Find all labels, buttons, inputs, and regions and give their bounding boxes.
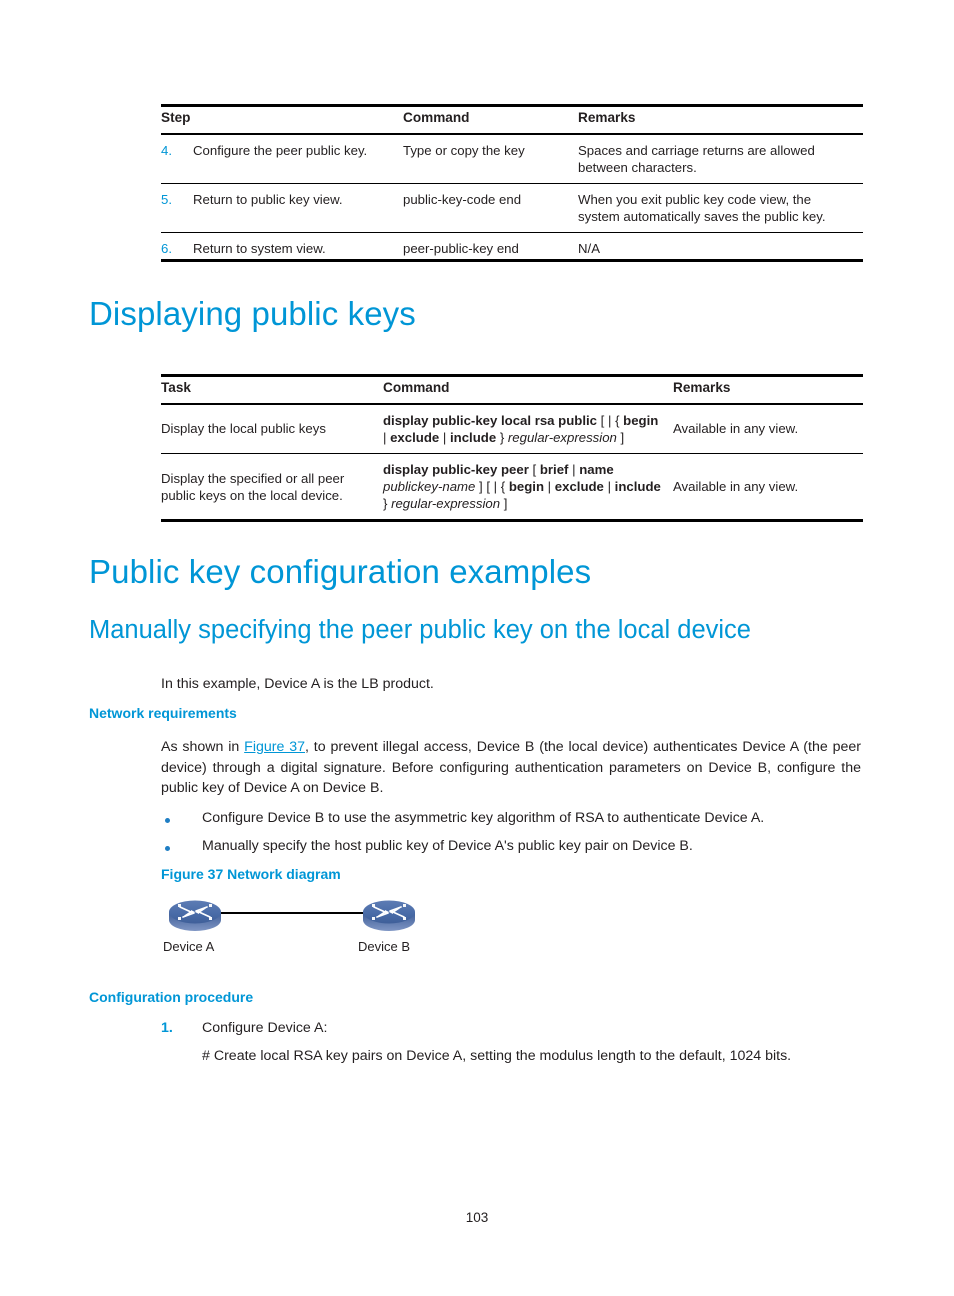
list-item: Configure Device B to use the asymmetric…	[202, 810, 765, 826]
connection-line	[219, 912, 369, 915]
command-token: include	[614, 479, 661, 495]
table-row: 4. Configure the peer public key. Type o…	[161, 134, 863, 184]
task-command: display public-key peer [ brief | name p…	[383, 453, 673, 519]
header-command: Command	[383, 380, 450, 395]
task-remarks: Available in any view.	[673, 421, 799, 437]
command-token: include	[449, 429, 497, 445]
figure-caption: Figure 37 Network diagram	[161, 866, 341, 882]
step-number: 5.	[161, 191, 172, 207]
network-requirements-paragraph: As shown in Figure 37, to prevent illega…	[161, 737, 861, 799]
command-token: brief	[539, 461, 569, 477]
command-token: regular-expression	[507, 429, 617, 445]
command-token: ]	[616, 429, 625, 445]
command-token: begin	[623, 412, 659, 428]
display-table-container: Task Command Remarks Display the local p…	[161, 374, 863, 522]
display-table-body: Display the local public keys display pu…	[161, 404, 863, 520]
display-table: Task Command Remarks Display the local p…	[161, 377, 863, 519]
command-token: |	[568, 461, 580, 477]
figure-37-link[interactable]: Figure 37	[244, 739, 305, 755]
section-title-manually-specifying: Manually specifying the peer public key …	[89, 616, 751, 644]
step-remarks: Spaces and carriage returns are allowed …	[578, 142, 815, 175]
config-step-marker: 1.	[161, 1020, 173, 1036]
command-token: |	[544, 479, 555, 495]
command-token: exclude	[554, 479, 604, 495]
steps-table-container: Step Command Remarks 4. Configure the pe…	[161, 104, 863, 264]
header-remarks: Remarks	[673, 380, 731, 395]
command-token: }	[383, 496, 392, 512]
table-bottom-rule	[161, 259, 863, 262]
display-table-head: Task Command Remarks	[161, 377, 863, 404]
header-command: Command	[403, 110, 470, 125]
bullet-marker-icon	[165, 818, 170, 823]
table-row: 5. Return to public key view. public-key…	[161, 183, 863, 233]
list-item: Manually specify the host public key of …	[202, 838, 693, 854]
display-table-header-row: Task Command Remarks	[161, 377, 863, 404]
command-token: begin	[508, 479, 545, 495]
step-command: Type or copy the key	[403, 142, 525, 158]
step-command: public-key-code end	[403, 191, 522, 207]
text-before-figure-link: As shown in	[161, 739, 245, 755]
steps-table-body: 4. Configure the peer public key. Type o…	[161, 134, 863, 265]
step-remarks: When you exit public key code view, the …	[578, 191, 826, 225]
page-number: 103	[465, 1210, 489, 1225]
task-description: Display the local public keys	[161, 421, 326, 437]
device-a-label: Device A	[163, 939, 215, 954]
steps-table-head: Step Command Remarks	[161, 107, 863, 134]
config-comment-line: # Create local RSA key pairs on Device A…	[202, 1048, 792, 1064]
config-step-text: Configure Device A:	[202, 1020, 328, 1036]
command-token: display public-key peer	[383, 461, 529, 477]
table-bottom-rule	[161, 519, 863, 522]
command-token: name	[579, 461, 614, 477]
switch-icon	[169, 900, 221, 931]
command-token: }	[496, 429, 508, 445]
page-title-displaying-public-keys: Displaying public keys	[89, 295, 416, 332]
table-row: Display the specified or all peer public…	[161, 453, 863, 519]
bullet-marker-icon	[165, 846, 170, 851]
page-title-public-key-config-examples: Public key configuration examples	[89, 553, 592, 590]
command-token: regular-expression	[391, 496, 501, 512]
task-command: display public-key local rsa public [ | …	[383, 404, 673, 454]
switch-icon	[363, 900, 415, 931]
step-number: 4.	[161, 142, 172, 158]
table-row: Display the local public keys display pu…	[161, 404, 863, 454]
step-description: Configure the peer public key.	[193, 142, 368, 158]
command-token: [	[528, 461, 540, 477]
header-task: Task	[161, 380, 191, 395]
command-token: exclude	[390, 429, 440, 445]
header-remarks: Remarks	[578, 110, 636, 125]
subsection-title-network-requirements: Network requirements	[89, 705, 237, 721]
subsection-title-configuration-procedure: Configuration procedure	[89, 989, 254, 1005]
task-remarks: Available in any view.	[673, 479, 799, 495]
step-description: Return to public key view.	[193, 191, 343, 207]
command-token: publickey-name	[383, 479, 476, 495]
header-step: Step	[161, 110, 191, 125]
command-token: |	[603, 479, 615, 495]
task-description: Display the specified or all peer public…	[161, 470, 345, 503]
command-token: ]	[500, 496, 508, 512]
intro-paragraph: In this example, Device A is the LB prod…	[161, 676, 434, 692]
command-token: display public-key local rsa public	[383, 412, 598, 428]
command-token: |	[439, 429, 450, 445]
document-page: Step Command Remarks 4. Configure the pe…	[0, 0, 954, 1296]
device-b-label: Device B	[358, 939, 411, 954]
steps-table-header-row: Step Command Remarks	[161, 107, 863, 134]
steps-table: Step Command Remarks 4. Configure the pe…	[161, 107, 863, 264]
command-token: [ | {	[597, 412, 624, 428]
command-token: ] [ | {	[475, 479, 509, 495]
